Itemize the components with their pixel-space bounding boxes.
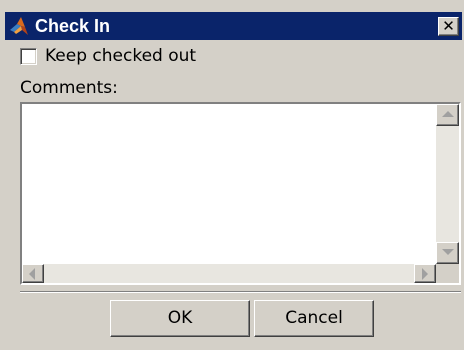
cancel-button[interactable]: Cancel [254,300,374,337]
close-icon: ✕ [442,17,455,35]
right-arrow-icon [422,268,428,280]
dialog-title: Check In [35,16,111,36]
comments-textarea[interactable] [22,104,436,264]
scroll-right-button[interactable] [414,264,436,283]
comments-field-frame [20,102,461,285]
ok-button[interactable]: OK [110,300,250,337]
vertical-scrollbar[interactable] [436,104,459,264]
down-arrow-icon [442,249,454,255]
keep-checked-out-checkbox[interactable] [20,48,37,65]
up-arrow-icon [442,111,454,117]
divider [20,291,461,293]
check-in-dialog: Check In ✕ Keep checked out Comments: OK… [0,0,464,350]
scroll-left-button[interactable] [22,264,44,283]
horizontal-scrollbar[interactable] [22,264,436,283]
matlab-logo-icon [10,17,28,35]
close-button[interactable]: ✕ [438,17,459,36]
scroll-down-button[interactable] [436,242,459,264]
left-arrow-icon [29,268,35,280]
scroll-corner [436,264,459,283]
scroll-up-button[interactable] [436,104,459,126]
comments-label: Comments: [20,78,118,98]
title-bar[interactable]: Check In ✕ [5,12,462,40]
keep-checked-out-label[interactable]: Keep checked out [45,45,196,67]
